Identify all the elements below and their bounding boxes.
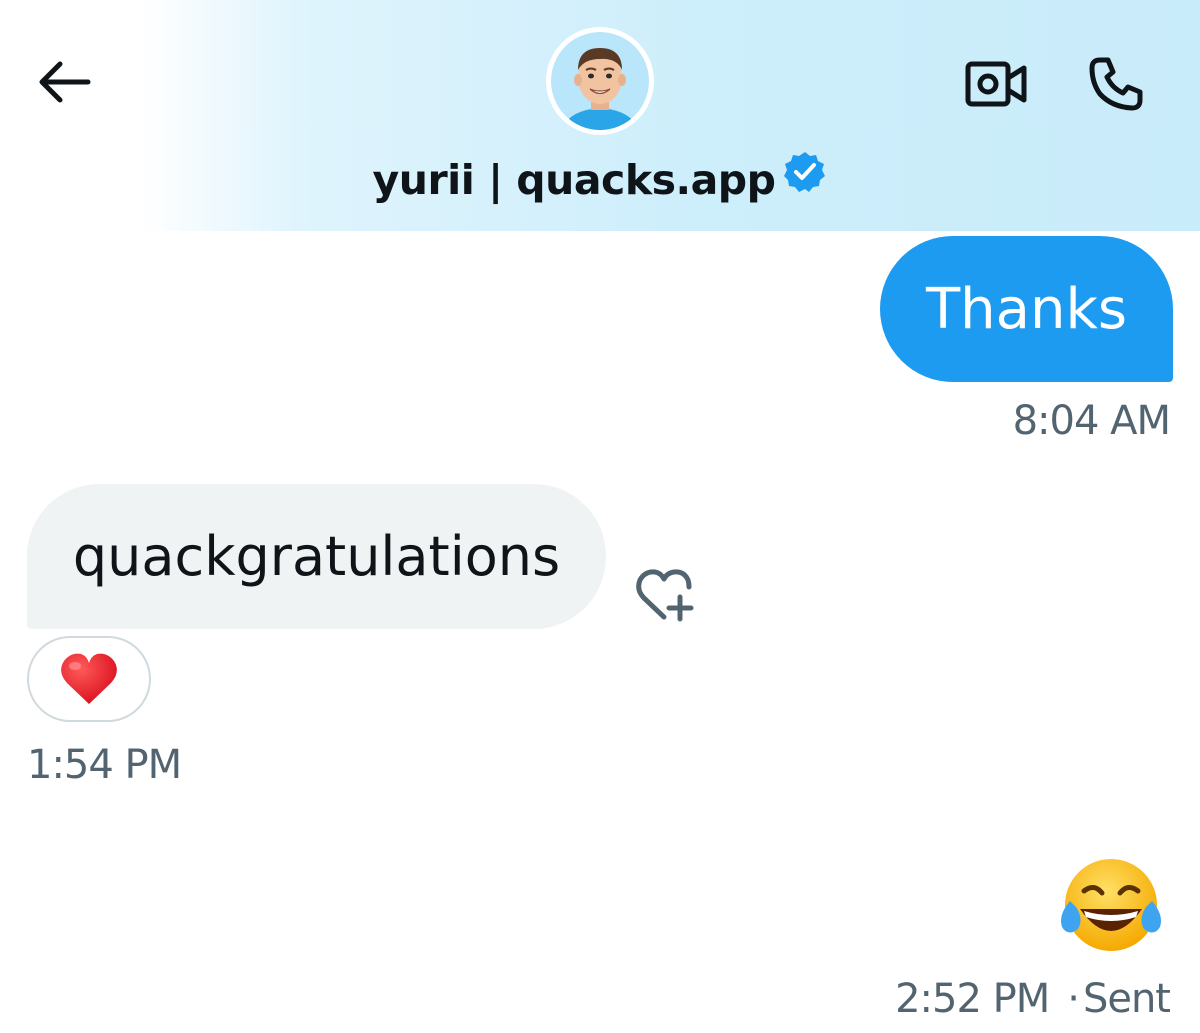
avatar[interactable] (546, 27, 654, 135)
conversation-header: yurii | quacks.app (0, 0, 1200, 231)
verified-badge-icon (783, 148, 827, 212)
voice-call-button[interactable] (1080, 48, 1152, 120)
message-timestamp: 8:04 AM (1012, 398, 1171, 444)
received-message-bubble[interactable]: quackgratulations (27, 484, 606, 629)
face-with-tears-of-joy-emoji-icon (1061, 859, 1161, 951)
message-text: quackgratulations (72, 525, 561, 588)
contact-name[interactable]: yurii | quacks.app (0, 148, 1200, 212)
video-camera-icon (965, 61, 1027, 107)
message-status: Sent (1082, 976, 1171, 1022)
contact-name-text: yurii | quacks.app (372, 156, 776, 204)
message-timestamp-row: 2:52 PM · Sent (895, 976, 1171, 1022)
phone-icon (1089, 57, 1143, 111)
red-heart-emoji-icon (61, 653, 117, 704)
video-call-button[interactable] (960, 48, 1032, 120)
message-timestamp: 2:52 PM (895, 976, 1050, 1022)
back-button[interactable] (24, 44, 100, 120)
add-reaction-button[interactable] (630, 562, 702, 628)
reaction-pill[interactable] (27, 636, 151, 722)
message-text: Thanks (925, 276, 1128, 342)
sent-message-bubble[interactable]: Thanks (880, 236, 1173, 382)
message-timestamp: 1:54 PM (27, 742, 182, 788)
heart-plus-icon (636, 569, 694, 622)
sent-emoji-message[interactable] (1056, 857, 1166, 957)
separator-dot: · (1067, 976, 1080, 1022)
arrow-left-icon (39, 61, 91, 103)
